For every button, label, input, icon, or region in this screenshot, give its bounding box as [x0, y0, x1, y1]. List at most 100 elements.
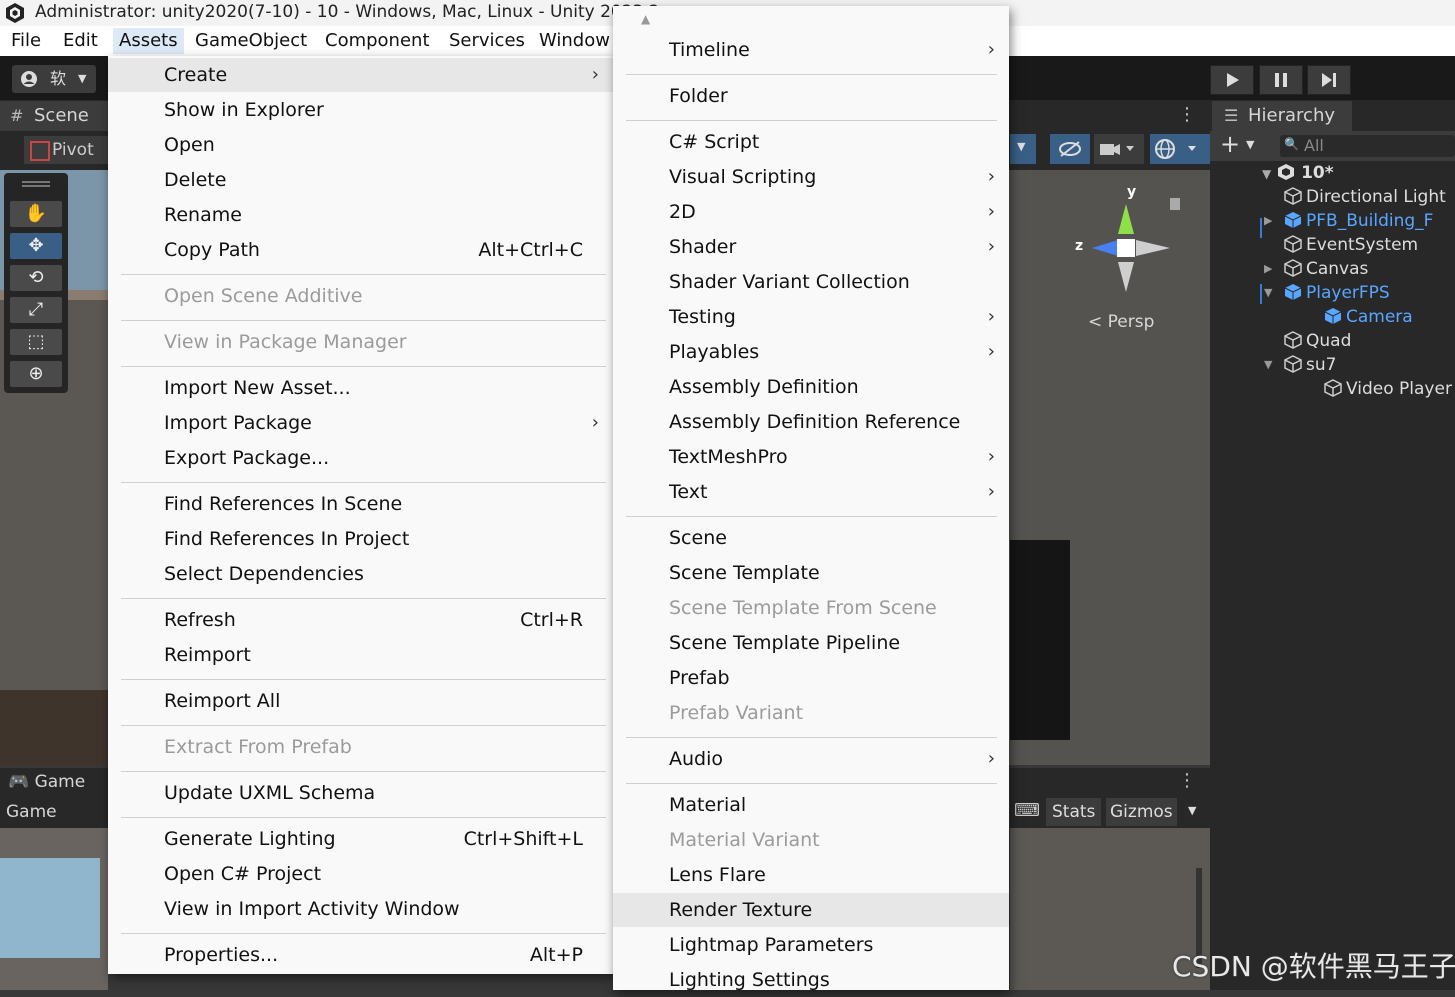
create-item-shader[interactable]: Shader ›	[613, 230, 1009, 264]
menu-services[interactable]: Services	[443, 28, 531, 54]
assets-item-reimport[interactable]: Reimport	[108, 638, 613, 672]
assets-item-reimport-all[interactable]: Reimport All	[108, 684, 613, 718]
gizmo-dropdown[interactable]	[1150, 134, 1210, 164]
stats-button[interactable]: Stats	[1046, 798, 1102, 826]
assets-item-find-references-in-project[interactable]: Find References In Project	[108, 522, 613, 556]
assets-item-properties[interactable]: Properties... Alt+P	[108, 938, 613, 972]
account-button[interactable]: 软 ▼	[12, 65, 96, 93]
menu-component[interactable]: Component	[319, 28, 436, 54]
camera-dropdown[interactable]	[1094, 134, 1144, 164]
menu-assets[interactable]: Assets	[113, 28, 184, 54]
chevron-down-icon[interactable]: ▼	[1246, 138, 1254, 151]
gizmos-button[interactable]: Gizmos	[1106, 798, 1177, 826]
pause-icon	[1275, 73, 1287, 87]
hierarchy-item-quad[interactable]: Quad	[1284, 329, 1351, 353]
persp-label[interactable]: < Persp	[1088, 312, 1154, 332]
assets-item-select-dependencies[interactable]: Select Dependencies	[108, 557, 613, 591]
create-item-prefab[interactable]: Prefab	[613, 661, 1009, 695]
pause-button[interactable]	[1259, 65, 1303, 95]
create-item-textmeshpro[interactable]: TextMeshPro ›	[613, 440, 1009, 474]
expand-down-icon[interactable]: ▼	[1264, 353, 1272, 377]
menu-separator	[121, 724, 606, 726]
more-options-icon[interactable]: ⋮	[1178, 770, 1196, 791]
assets-item-export-package[interactable]: Export Package...	[108, 441, 613, 475]
create-item-c-script[interactable]: C# Script	[613, 125, 1009, 159]
assets-item-refresh[interactable]: Refresh Ctrl+R	[108, 603, 613, 637]
menu-file[interactable]: File	[5, 28, 47, 54]
create-item-scene-template-pipeline[interactable]: Scene Template Pipeline	[613, 626, 1009, 660]
play-button[interactable]	[1210, 65, 1254, 95]
expand-down-icon[interactable]: ▼	[1264, 281, 1272, 305]
create-item-assembly-definition-reference[interactable]: Assembly Definition Reference	[613, 405, 1009, 439]
move-tool[interactable]: ✥	[10, 233, 62, 259]
expand-right-icon[interactable]: ▶	[1264, 209, 1272, 233]
create-item-shader-variant-collection[interactable]: Shader Variant Collection	[613, 265, 1009, 299]
hand-tool[interactable]: ✋	[10, 201, 62, 227]
menu-gameobject[interactable]: GameObject	[189, 28, 313, 54]
game-display-dropdown[interactable]: Game	[6, 802, 57, 822]
scale-tool[interactable]: ⤢	[10, 297, 62, 323]
assets-item-view-in-import-activity-window[interactable]: View in Import Activity Window	[108, 892, 613, 926]
assets-item-show-in-explorer[interactable]: Show in Explorer	[108, 93, 613, 127]
assets-item-delete[interactable]: Delete	[108, 163, 613, 197]
create-item-lens-flare[interactable]: Lens Flare	[613, 858, 1009, 892]
assets-item-import-package[interactable]: Import Package ›	[108, 406, 613, 440]
transform-tool[interactable]: ⊕	[10, 361, 62, 387]
step-button[interactable]	[1307, 65, 1351, 95]
chevron-down-icon[interactable]: ▼	[1188, 804, 1196, 817]
hierarchy-item-playerfps[interactable]: ▼ PlayerFPS	[1264, 281, 1390, 305]
tab-game[interactable]: 🎮 Game	[8, 772, 85, 792]
visibility-toggle[interactable]	[1050, 134, 1090, 164]
create-item-assembly-definition[interactable]: Assembly Definition	[613, 370, 1009, 404]
create-item-testing[interactable]: Testing ›	[613, 300, 1009, 334]
menu-separator	[121, 816, 606, 818]
scroll-up-icon[interactable]: ▲	[641, 12, 650, 26]
hierarchy-item-su7[interactable]: ▼ su7	[1264, 353, 1336, 377]
menu-edit[interactable]: Edit	[57, 28, 104, 54]
assets-item-copy-path[interactable]: Copy Path Alt+Ctrl+C	[108, 233, 613, 267]
pivot-dropdown[interactable]: Pivot	[24, 136, 108, 164]
hierarchy-item-canvas[interactable]: ▶ Canvas	[1264, 257, 1368, 281]
assets-item-open[interactable]: Open	[108, 128, 613, 162]
game-view[interactable]	[0, 828, 108, 990]
view-dropdown[interactable]: ▼	[1010, 134, 1036, 164]
create-item-visual-scripting[interactable]: Visual Scripting ›	[613, 160, 1009, 194]
keyboard-icon[interactable]: ⌨	[1014, 800, 1040, 821]
create-item-folder[interactable]: Folder	[613, 79, 1009, 113]
assets-item-open-c-project[interactable]: Open C# Project	[108, 857, 613, 891]
menu-window[interactable]: Window	[533, 28, 616, 54]
create-item-material[interactable]: Material	[613, 788, 1009, 822]
create-item-timeline[interactable]: Timeline ›	[613, 33, 1009, 67]
create-item-lightmap-parameters[interactable]: Lightmap Parameters	[613, 928, 1009, 962]
hierarchy-search-input[interactable]: 🔍 All	[1280, 135, 1455, 157]
assets-item-find-references-in-scene[interactable]: Find References In Scene	[108, 487, 613, 521]
assets-item-rename[interactable]: Rename	[108, 198, 613, 232]
create-item-text[interactable]: Text ›	[613, 475, 1009, 509]
menu-separator	[626, 73, 997, 75]
assets-item-import-new-asset[interactable]: Import New Asset...	[108, 371, 613, 405]
create-item-playables[interactable]: Playables ›	[613, 335, 1009, 369]
assets-item-update-uxml-schema[interactable]: Update UXML Schema	[108, 776, 613, 810]
rotate-tool[interactable]: ⟲	[10, 265, 62, 291]
assets-item-generate-lighting[interactable]: Generate Lighting Ctrl+Shift+L	[108, 822, 613, 856]
orientation-gizmo-icon[interactable]	[1070, 190, 1180, 310]
tab-hierarchy[interactable]: ☰ Hierarchy	[1212, 101, 1352, 131]
create-item-2d[interactable]: 2D ›	[613, 195, 1009, 229]
hierarchy-item-directional-light[interactable]: Directional Light	[1284, 185, 1446, 209]
hierarchy-item-video-player[interactable]: Video Player	[1324, 377, 1452, 401]
hierarchy-item-pfb-building-f[interactable]: ▶ PFB_Building_F	[1264, 209, 1433, 233]
expand-right-icon[interactable]: ▶	[1264, 257, 1272, 281]
create-item-scene[interactable]: Scene	[613, 521, 1009, 555]
add-icon[interactable]: +	[1220, 130, 1240, 158]
tab-scene[interactable]: # Scene	[0, 101, 108, 131]
hierarchy-root[interactable]: ▼ 10*	[1262, 161, 1334, 185]
more-options-icon[interactable]: ⋮	[1178, 104, 1196, 125]
rect-tool[interactable]: ⬚	[10, 329, 62, 355]
create-item-lighting-settings[interactable]: Lighting Settings	[613, 963, 1009, 997]
create-item-render-texture[interactable]: Render Texture	[613, 893, 1009, 927]
create-item-audio[interactable]: Audio ›	[613, 742, 1009, 776]
create-item-scene-template[interactable]: Scene Template	[613, 556, 1009, 590]
hierarchy-item-camera[interactable]: Camera	[1324, 305, 1413, 329]
assets-item-create[interactable]: Create ›	[108, 58, 613, 92]
hierarchy-item-eventsystem[interactable]: EventSystem	[1284, 233, 1418, 257]
